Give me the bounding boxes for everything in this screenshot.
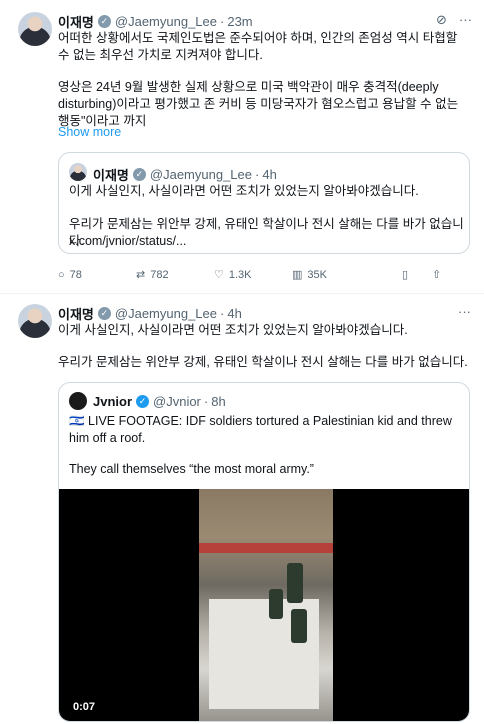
quoted-line-1: 이게 사실인지, 사실이라면 어떤 조치가 있었는지 알아봐야겠습니다. [69, 184, 419, 198]
quoted-header: 이재명 ✓ @Jaemyung_Lee · 4h [93, 165, 277, 184]
heart-icon: ♡ [214, 269, 224, 281]
author-name[interactable]: 이재명 [58, 12, 94, 31]
tweet-header: 이재명 ✓ @Jaemyung_Lee · 23m [58, 12, 253, 31]
quoted-tweet[interactable]: Jvnior ✓ @Jvnior · 8h 🇮🇱 LIVE FOOTAGE: I… [58, 382, 470, 722]
verified-badge-icon: ✓ [97, 307, 111, 320]
author-name[interactable]: 이재명 [58, 304, 94, 323]
more-icon[interactable]: ··· [458, 304, 471, 319]
separator-dot: · [203, 394, 209, 409]
reply-icon: ○ [58, 268, 65, 281]
bookmark-button[interactable]: ▯ [402, 268, 432, 281]
view-count: 35K [307, 268, 327, 281]
like-count: 1.3K [228, 268, 252, 281]
separator-dot: · [220, 14, 225, 29]
quoted-timestamp: 4h [262, 167, 277, 182]
video-timestamp: 0:07 [73, 701, 96, 713]
video-roof [199, 543, 333, 553]
quoted-text-2: They call themselves “the most moral arm… [69, 462, 314, 476]
quoted-author-name: Jvnior [93, 394, 133, 409]
separator-dot: · [220, 306, 225, 321]
separator-dot: · [255, 167, 260, 182]
share-icon: ⇧ [432, 269, 442, 281]
share-button[interactable]: ⇧ [432, 268, 441, 281]
top-actions: ··· [458, 304, 471, 319]
repost-count: 782 [150, 268, 169, 281]
tweet-text-1: 어떠한 상황에서도 국제인도법은 준수되어야 하며, 인간의 존엄성 역시 타협… [58, 31, 458, 62]
quoted-author-name: 이재명 [93, 168, 129, 183]
quoted-avatar [69, 163, 87, 181]
timestamp[interactable]: 23m [227, 14, 252, 29]
timestamp[interactable]: 4h [227, 306, 241, 321]
tweet-text-2: 우리가 문제삼는 위안부 강제, 유태인 학살이나 전시 살해는 다를 바가 없… [58, 355, 468, 369]
reply-count: 78 [69, 268, 82, 281]
quoted-tweet[interactable]: 이재명 ✓ @Jaemyung_Lee · 4h 이게 사실인지, 사실이라면 … [58, 152, 470, 254]
quoted-author-handle: @Jvnior [153, 394, 201, 409]
avatar[interactable] [18, 12, 52, 46]
verified-badge-icon: ✓ [132, 168, 146, 181]
views-icon: ▥ [292, 269, 303, 281]
like-button[interactable]: ♡ 1.3K [214, 268, 292, 282]
grok-icon[interactable]: ⊘ [436, 12, 447, 28]
quoted-timestamp: 8h [211, 394, 226, 409]
bookmark-icon: ▯ [402, 269, 409, 281]
avatar[interactable] [18, 304, 52, 338]
views-button[interactable]: ▥ 35K [292, 268, 402, 282]
quoted-link[interactable]: x.com/jvnior/status/... [69, 233, 465, 250]
tweet-header: 이재명 ✓ @Jaemyung_Lee · 4h [58, 304, 242, 323]
repost-icon: ⇄ [136, 269, 146, 281]
video-player[interactable]: 0:07 [59, 489, 469, 721]
video-figure [287, 563, 303, 603]
author-handle[interactable]: @Jaemyung_Lee [115, 14, 217, 29]
quoted-avatar [69, 392, 87, 410]
video-figure [269, 589, 283, 619]
reply-button[interactable]: ○ 78 [58, 269, 136, 281]
video-figure [291, 609, 307, 643]
verified-badge-icon: ✓ [136, 395, 150, 408]
quoted-author-handle: @Jaemyung_Lee [149, 167, 252, 182]
action-bar: ○ 78 ⇄ 782 ♡ 1.3K ▥ 35K ▯ ⇧ [58, 268, 470, 282]
more-icon[interactable]: ··· [459, 12, 472, 28]
show-more-link[interactable]: Show more [58, 124, 121, 141]
quoted-text-1: 🇮🇱 LIVE FOOTAGE: IDF soldiers tortured a… [69, 414, 452, 445]
verified-badge-icon: ✓ [97, 15, 111, 28]
video-frame [199, 489, 333, 721]
quoted-header: Jvnior ✓ @Jvnior · 8h [93, 394, 226, 409]
author-handle[interactable]: @Jaemyung_Lee [115, 306, 217, 321]
tweet-divider [0, 293, 484, 294]
tweet-text-2: 영상은 24년 9월 발생한 실제 상황으로 미국 백악관이 매우 충격적(de… [58, 80, 459, 128]
tweet-text-1: 이게 사실인지, 사실이라면 어떤 조치가 있었는지 알아봐야겠습니다. [58, 323, 408, 337]
top-actions: ⊘ ··· [436, 12, 472, 28]
repost-button[interactable]: ⇄ 782 [136, 268, 214, 282]
